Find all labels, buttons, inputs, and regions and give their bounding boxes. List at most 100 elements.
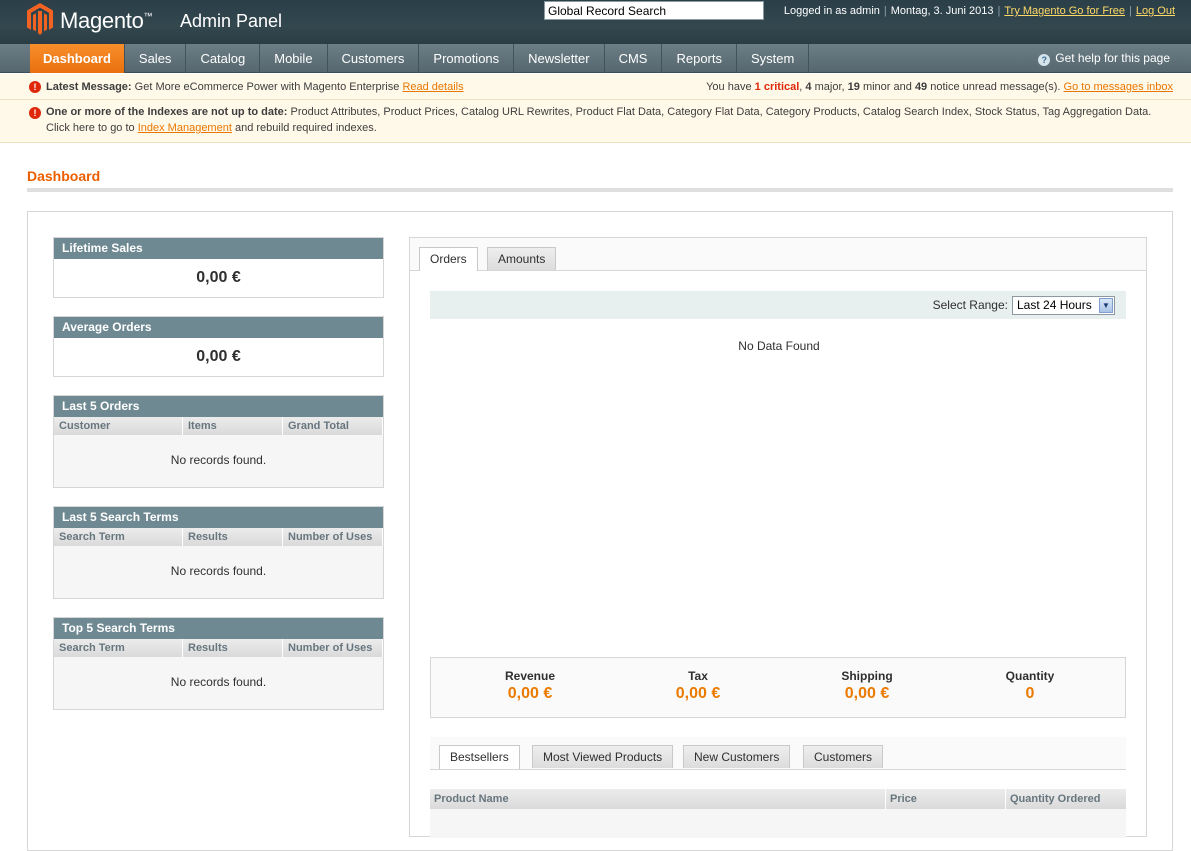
tab-most-viewed-products[interactable]: Most Viewed Products xyxy=(532,745,674,768)
you-have-text: You have xyxy=(706,81,752,93)
error-icon: ! xyxy=(29,107,41,119)
tab-bestsellers[interactable]: Bestsellers xyxy=(439,745,520,769)
column-header[interactable]: Customer xyxy=(54,417,183,435)
total-label: Revenue xyxy=(504,669,556,683)
help-icon: ? xyxy=(1038,54,1051,66)
box-title: Last 5 Orders xyxy=(54,396,383,417)
column-header[interactable]: Results xyxy=(183,639,283,657)
chevron-down-icon: ▼ xyxy=(1099,298,1113,313)
nav-item-cms[interactable]: CMS xyxy=(605,44,663,73)
tab-new-customers[interactable]: New Customers xyxy=(683,745,791,768)
empty-message: No records found. xyxy=(54,435,383,487)
nav-item-mobile[interactable]: Mobile xyxy=(260,44,328,73)
current-date: Montag, 3. Juni 2013 xyxy=(890,5,994,17)
click-here-text: Click here to go to xyxy=(46,122,135,134)
grid-header: Customer Items Grand Total xyxy=(54,417,383,435)
title-divider xyxy=(27,188,1173,192)
column-header[interactable]: Number of Uses xyxy=(283,639,383,657)
index-notice: ! One or more of the Indexes are not up … xyxy=(0,100,1191,143)
nav-item-reports[interactable]: Reports xyxy=(662,44,737,73)
column-header[interactable]: Items xyxy=(183,417,283,435)
nav-item-catalog[interactable]: Catalog xyxy=(186,44,261,73)
product-grid-body xyxy=(430,809,1126,838)
latest-message-text: Get More eCommerce Power with Magento En… xyxy=(134,81,400,93)
total-label: Tax xyxy=(688,669,708,683)
range-select-value: Last 24 Hours xyxy=(1017,298,1092,312)
empty-message: No records found. xyxy=(54,546,383,598)
box-title: Top 5 Search Terms xyxy=(54,618,383,639)
rebuild-text: and rebuild required indexes. xyxy=(234,122,377,134)
total-value: 0,00 € xyxy=(675,685,721,702)
help-link[interactable]: ? Get help for this page xyxy=(1038,44,1170,73)
header-links: Logged in as admin | Montag, 3. Juni 2013 |… xyxy=(783,5,1175,17)
major-count: 4 xyxy=(805,81,812,93)
brand-name: Magento™ xyxy=(60,8,153,33)
column-header[interactable]: Search Term xyxy=(54,528,183,546)
index-list: Product Attributes, Product Prices, Cata… xyxy=(290,106,1152,118)
brand-subtitle: Admin Panel xyxy=(180,11,283,31)
column-header-quantity-ordered[interactable]: Quantity Ordered xyxy=(1006,789,1126,809)
magento-logo[interactable]: Magento™ Admin Panel xyxy=(27,3,287,37)
range-select[interactable]: Last 24 Hours ▼ xyxy=(1012,296,1115,315)
tab-amounts[interactable]: Amounts xyxy=(487,247,557,270)
total-value: 0,00 € xyxy=(844,685,890,702)
nav-item-newsletter[interactable]: Newsletter xyxy=(514,44,605,73)
main-nav: Dashboard Sales Catalog Mobile Customers… xyxy=(0,44,1191,73)
header: Magento™ Admin Panel Logged in as admin|… xyxy=(0,0,1191,44)
grid-header: Search Term Results Number of Uses xyxy=(54,528,383,546)
minor-text: minor and xyxy=(862,81,912,93)
tab-customers[interactable]: Customers xyxy=(803,745,884,768)
last-search-terms-box: Last 5 Search Terms Search Term Results … xyxy=(53,506,384,599)
chart-panel: Orders Amounts Select Range: Last 24 Hou… xyxy=(409,237,1147,838)
magento-logo-icon xyxy=(27,3,53,35)
nav-item-sales[interactable]: Sales xyxy=(125,44,187,73)
grid-tabs: Bestsellers Most Viewed Products New Cus… xyxy=(430,737,1126,770)
box-title: Last 5 Search Terms xyxy=(54,507,383,528)
help-label: Get help for this page xyxy=(1055,51,1170,65)
tab-orders[interactable]: Orders xyxy=(419,247,478,271)
box-title: Average Orders xyxy=(54,317,383,338)
nav-item-customers[interactable]: Customers xyxy=(328,44,420,73)
messages-inbox-link[interactable]: Go to messages inbox xyxy=(1064,81,1173,93)
global-search-input[interactable] xyxy=(544,1,764,20)
empty-message: No records found. xyxy=(54,657,383,709)
latest-message-label: Latest Message: xyxy=(46,81,132,93)
column-header[interactable]: Results xyxy=(183,528,283,546)
major-text: major, xyxy=(814,81,845,93)
total-label: Shipping xyxy=(841,669,893,683)
total-value: 0,00 € xyxy=(507,685,553,702)
box-title: Lifetime Sales xyxy=(54,238,383,259)
latest-message-notice: ! Latest Message: Get More eCommerce Pow… xyxy=(0,74,1191,100)
grid-header: Search Term Results Number of Uses xyxy=(54,639,383,657)
logout-link[interactable]: Log Out xyxy=(1136,5,1175,17)
total-value: 0 xyxy=(1025,685,1035,702)
column-header-product-name[interactable]: Product Name xyxy=(430,789,886,809)
top-search-terms-box: Top 5 Search Terms Search Term Results N… xyxy=(53,617,384,710)
read-details-link[interactable]: Read details xyxy=(402,81,463,93)
index-management-link[interactable]: Index Management xyxy=(138,122,232,134)
select-range-label: Select Range: xyxy=(932,298,1008,312)
column-header[interactable]: Number of Uses xyxy=(283,528,383,546)
no-data-message: No Data Found xyxy=(738,339,820,353)
lifetime-sales-value: 0,00 € xyxy=(54,259,383,297)
page-title: Dashboard xyxy=(27,168,101,184)
notice-count: 49 xyxy=(914,81,928,93)
totals-bar: Revenue 0,00 € Tax 0,00 € Shipping 0,00 … xyxy=(430,657,1126,718)
last-orders-box: Last 5 Orders Customer Items Grand Total… xyxy=(53,395,384,488)
nav-item-dashboard[interactable]: Dashboard xyxy=(30,44,125,73)
column-header-price[interactable]: Price xyxy=(886,789,1006,809)
index-notice-title: One or more of the Indexes are not up to… xyxy=(46,106,288,118)
column-header[interactable]: Grand Total xyxy=(283,417,383,435)
average-orders-box: Average Orders 0,00 € xyxy=(53,316,384,377)
error-icon: ! xyxy=(29,81,41,93)
notice-text: notice unread message(s). xyxy=(930,81,1061,93)
logged-in-text: Logged in as admin xyxy=(783,5,880,17)
column-header[interactable]: Search Term xyxy=(54,639,183,657)
nav-item-system[interactable]: System xyxy=(737,44,810,73)
lifetime-sales-box: Lifetime Sales 0,00 € xyxy=(53,237,384,298)
minor-count: 19 xyxy=(847,81,860,93)
nav-item-promotions[interactable]: Promotions xyxy=(419,44,515,73)
average-orders-value: 0,00 € xyxy=(54,338,383,376)
try-magento-go-link[interactable]: Try Magento Go for Free xyxy=(1004,5,1125,17)
chart-tabs: Orders Amounts xyxy=(410,238,1146,271)
